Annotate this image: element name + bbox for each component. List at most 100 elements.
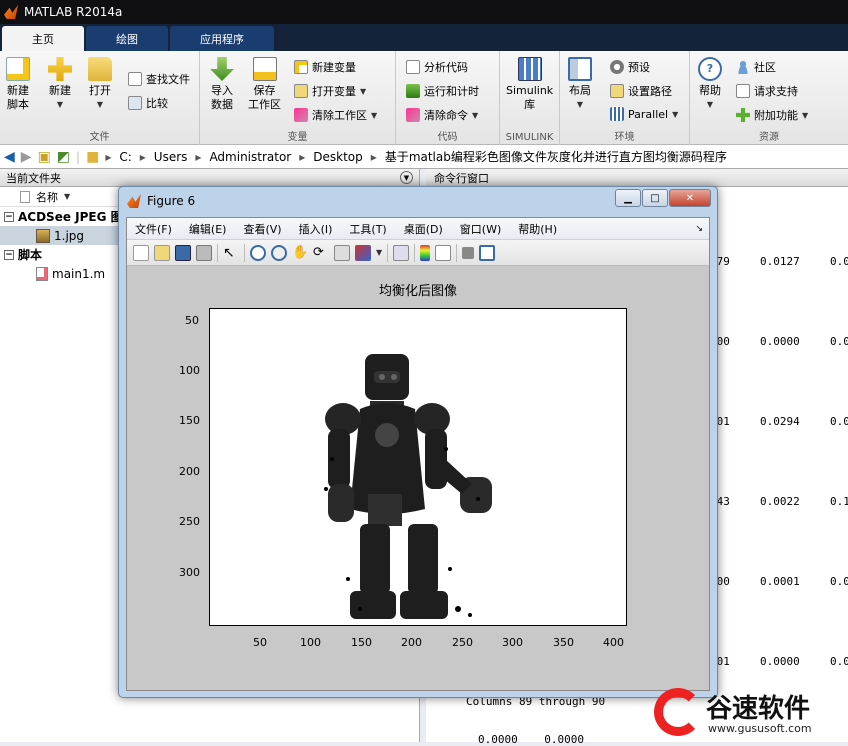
- clear-workspace-button[interactable]: 清除工作区 ▼: [294, 107, 377, 123]
- breadcrumb-item[interactable]: Users: [154, 150, 188, 164]
- menu-help[interactable]: 帮助(H): [518, 221, 557, 237]
- breadcrumb-item[interactable]: Desktop: [313, 150, 363, 164]
- pan-hand-icon[interactable]: ✋: [292, 245, 308, 261]
- figure-menubar: 文件(F) 编辑(E) 查看(V) 插入(I) 工具(T) 桌面(D) 窗口(W…: [127, 218, 709, 240]
- cmd-value: 0.0: [830, 655, 848, 668]
- save-icon[interactable]: [175, 244, 191, 261]
- data-cursor-icon[interactable]: [334, 244, 350, 261]
- new-button[interactable]: 新建 ▼: [48, 57, 72, 112]
- community-button[interactable]: 社区: [736, 59, 776, 75]
- cmd-value: 0.0294: [760, 415, 800, 428]
- m-file-icon: [36, 266, 48, 281]
- zoom-out-icon[interactable]: [271, 244, 287, 261]
- preferences-button[interactable]: 预设: [610, 59, 650, 75]
- figure-client: 文件(F) 编辑(E) 查看(V) 插入(I) 工具(T) 桌面(D) 窗口(W…: [126, 217, 710, 691]
- eraser-icon: [294, 108, 308, 122]
- colorbar-icon[interactable]: [420, 244, 431, 261]
- ribbon-group-variable: 导入 数据 保存 工作区 新建变量 打开变量 ▼ 清除工作区 ▼ 变量: [200, 51, 396, 145]
- x-tick-label: 400: [603, 636, 624, 649]
- maximize-button[interactable]: □: [642, 189, 668, 207]
- matlab-logo-icon: [4, 5, 18, 19]
- run-and-time-button[interactable]: 运行和计时: [406, 83, 479, 99]
- menu-insert[interactable]: 插入(I): [299, 221, 333, 237]
- x-tick-label: 300: [502, 636, 523, 649]
- plot-area: 均衡化后图像 50 100 150 200 250 300 50 100 150…: [127, 270, 709, 690]
- image-axes[interactable]: [209, 308, 627, 626]
- figure-title-bar[interactable]: Figure 6 ▁ □ ✕: [119, 187, 717, 215]
- parallel-button[interactable]: Parallel ▼: [610, 107, 678, 121]
- request-support-button[interactable]: 请求支持: [736, 83, 798, 99]
- y-tick-label: 200: [179, 465, 200, 478]
- plus-icon: [48, 57, 72, 81]
- y-tick-label: 150: [179, 414, 200, 427]
- print-icon[interactable]: [196, 244, 212, 261]
- menu-view[interactable]: 查看(V): [243, 221, 281, 237]
- rotate-icon[interactable]: ⟳: [313, 245, 329, 261]
- new-figure-icon[interactable]: [133, 244, 149, 261]
- help-icon: ?: [698, 57, 722, 81]
- cmd-value: 0.0022: [760, 495, 800, 508]
- new-script-button[interactable]: 新建 脚本: [6, 57, 30, 112]
- ribbon-group-code: 分析代码 运行和计时 清除命令 ▼ 代码: [396, 51, 500, 145]
- app-title: MATLAB R2014a: [24, 5, 123, 19]
- tab-plots[interactable]: 绘图: [86, 26, 168, 51]
- up-folder-icon[interactable]: ▣: [38, 149, 51, 165]
- chevron-down-icon: ▼: [706, 100, 714, 109]
- analyze-code-button[interactable]: 分析代码: [406, 59, 468, 75]
- menu-edit[interactable]: 编辑(E): [189, 221, 227, 237]
- ribbon-group-resources: ? 帮助 ▼ 社区 请求支持 附加功能 ▼ 资源: [690, 51, 848, 145]
- collapse-icon[interactable]: −: [4, 211, 14, 222]
- addons-button[interactable]: 附加功能 ▼: [736, 107, 808, 123]
- hide-tools-icon[interactable]: [462, 246, 475, 259]
- menu-file[interactable]: 文件(F): [135, 221, 172, 237]
- cmd-value: 0.0: [830, 575, 848, 588]
- link-plot-icon[interactable]: [393, 244, 410, 261]
- x-tick-label: 200: [401, 636, 422, 649]
- panel-menu-icon[interactable]: ▼: [400, 171, 413, 184]
- minimize-button[interactable]: ▁: [615, 189, 641, 207]
- clear-commands-button[interactable]: 清除命令 ▼: [406, 107, 478, 123]
- help-button[interactable]: ? 帮助 ▼: [698, 57, 722, 112]
- figure-window[interactable]: Figure 6 ▁ □ ✕ 文件(F) 编辑(E) 查看(V) 插入(I) 工…: [118, 186, 718, 698]
- breadcrumb-item[interactable]: C:: [119, 150, 131, 164]
- cmd-value: 0.0: [830, 415, 848, 428]
- find-files-button[interactable]: 查找文件: [128, 71, 190, 87]
- x-tick-label: 50: [253, 636, 267, 649]
- legend-icon[interactable]: [435, 244, 452, 261]
- menu-desktop[interactable]: 桌面(D): [404, 221, 443, 237]
- forward-arrow-icon[interactable]: ▶: [21, 149, 32, 165]
- open-button[interactable]: 打开 ▼: [88, 57, 112, 112]
- chevron-down-icon: ▼: [672, 109, 679, 119]
- set-path-button[interactable]: 设置路径: [610, 83, 672, 99]
- compare-button[interactable]: 比较: [128, 95, 168, 111]
- simulink-library-button[interactable]: Simulink 库: [506, 57, 553, 112]
- menu-overflow-icon[interactable]: ↘: [695, 224, 703, 234]
- breadcrumb-item[interactable]: Administrator: [209, 150, 291, 164]
- folder-icon: ■: [86, 148, 100, 165]
- menu-window[interactable]: 窗口(W): [460, 221, 501, 237]
- ribbon-group-simulink: Simulink 库 SIMULINK: [500, 51, 560, 145]
- open-variable-button[interactable]: 打开变量 ▼: [294, 83, 366, 99]
- y-tick-label: 50: [185, 314, 199, 327]
- jpg-file-icon: [36, 228, 50, 243]
- gususoft-logo-icon: [654, 688, 702, 736]
- new-variable-button[interactable]: 新建变量: [294, 59, 356, 75]
- zoom-in-icon[interactable]: [250, 244, 266, 261]
- back-arrow-icon[interactable]: ◀: [4, 149, 15, 165]
- select-arrow-icon[interactable]: ↖: [223, 245, 239, 261]
- brush-icon[interactable]: [355, 244, 371, 261]
- save-workspace-icon: [252, 57, 277, 81]
- tab-apps[interactable]: 应用程序: [170, 26, 274, 51]
- chevron-down-icon[interactable]: ▼: [376, 248, 382, 257]
- collapse-icon[interactable]: −: [4, 249, 14, 260]
- browse-folder-icon[interactable]: ◩: [57, 149, 70, 165]
- open-file-icon[interactable]: [154, 244, 170, 261]
- import-data-button[interactable]: 导入 数据: [210, 57, 234, 112]
- show-tools-icon[interactable]: [479, 244, 496, 261]
- menu-tools[interactable]: 工具(T): [349, 221, 386, 237]
- breadcrumb-item[interactable]: 基于matlab编程彩色图像文件灰度化并进行直方图均衡源码程序: [385, 148, 727, 165]
- save-workspace-button[interactable]: 保存 工作区: [248, 57, 281, 112]
- close-button[interactable]: ✕: [669, 189, 711, 207]
- tab-home[interactable]: 主页: [2, 26, 84, 51]
- layout-button[interactable]: 布局 ▼: [568, 57, 592, 112]
